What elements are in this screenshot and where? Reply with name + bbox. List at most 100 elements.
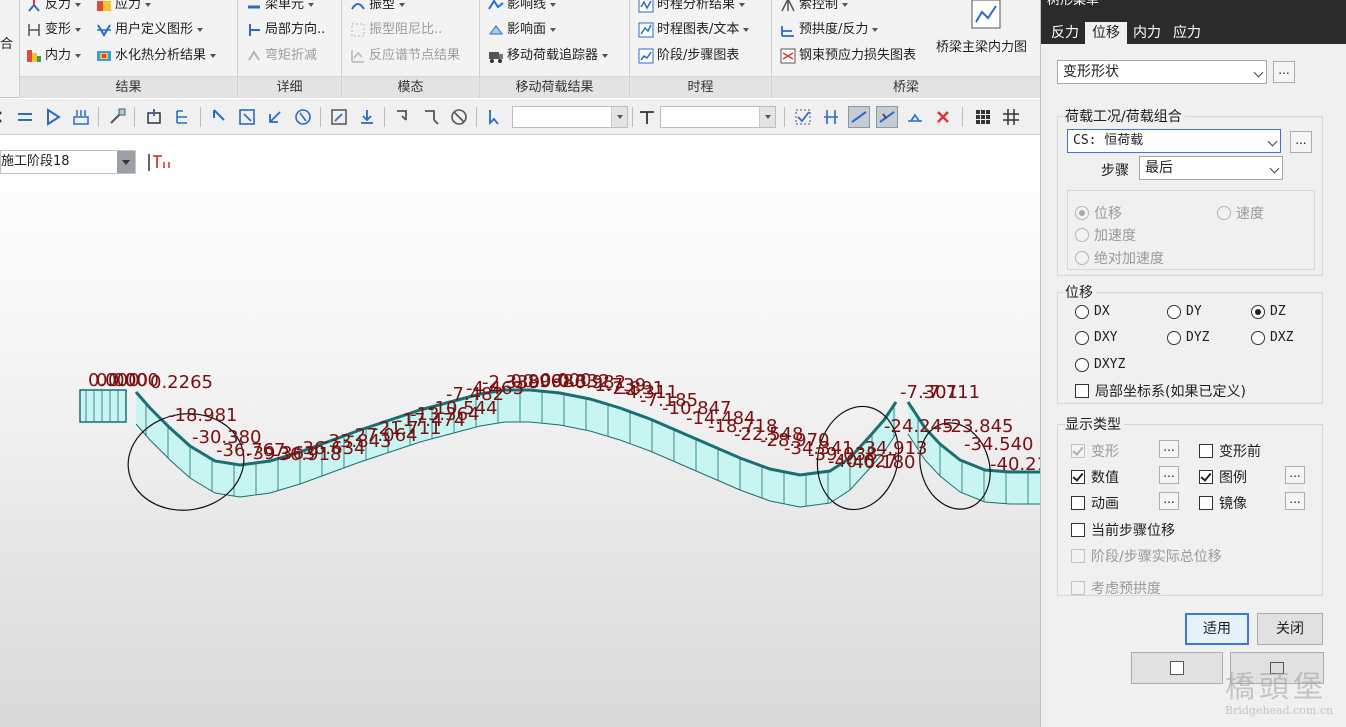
reaction-icon <box>26 0 42 13</box>
modal-damping-button[interactable]: 振型阻尼比.. <box>350 19 442 41</box>
pointer-plus-icon[interactable] <box>208 106 230 128</box>
double-arrow-icon[interactable] <box>14 106 36 128</box>
show-line-icon[interactable] <box>848 106 870 128</box>
tendon-loss-icon <box>780 48 796 64</box>
user-defined-graph-button[interactable]: 用户定义图形 <box>96 19 204 41</box>
arrow-down-left-icon[interactable] <box>420 106 442 128</box>
delete-icon[interactable] <box>932 106 954 128</box>
deform-checkbox[interactable]: 变形 <box>1071 441 1119 461</box>
tab-internal-force[interactable]: 内力 <box>1127 22 1167 44</box>
dot-grid-icon[interactable] <box>972 106 994 128</box>
stage-step-icon[interactable] <box>148 152 174 172</box>
load-icon[interactable] <box>70 106 92 128</box>
mirror-checkbox[interactable]: 镜像 <box>1199 493 1247 513</box>
cursor-icon[interactable] <box>484 106 506 128</box>
tab-displacement[interactable]: 位移 <box>1085 22 1127 44</box>
deform-more-button[interactable]: ... <box>1159 440 1179 458</box>
grid-icon[interactable] <box>1000 106 1022 128</box>
chevron-down-icon <box>611 107 627 127</box>
pick-icon[interactable] <box>636 106 658 128</box>
load-case-more-button[interactable]: ... <box>1290 131 1312 153</box>
grid-check-icon[interactable] <box>792 106 814 128</box>
radio-displacement[interactable]: 位移 <box>1075 203 1122 223</box>
tree-icon[interactable] <box>172 106 194 128</box>
radio-absolute-acceleration[interactable]: 绝对加速度 <box>1075 248 1164 268</box>
select-box-icon[interactable] <box>236 106 258 128</box>
beam-element-button[interactable]: 梁单元 <box>246 0 315 16</box>
radio-dxyz[interactable]: DXYZ <box>1075 357 1125 372</box>
construction-stage-select[interactable]: 施工阶段18 <box>0 150 136 174</box>
moving-load-tracer-button[interactable]: 移动荷载追踪器 <box>488 45 609 67</box>
zoom-window-icon[interactable] <box>328 106 350 128</box>
animation-checkbox[interactable]: 动画 <box>1071 493 1119 513</box>
main-girder-force-label[interactable]: 桥梁主梁内力图 <box>936 37 1027 59</box>
step-value: 最后 <box>1145 160 1173 176</box>
current-step-checkbox[interactable]: 当前步骤位移 <box>1071 520 1175 540</box>
tab-stress[interactable]: 应力 <box>1167 22 1207 44</box>
local-direction-button[interactable]: 局部方向.. <box>246 19 325 41</box>
camber-checkbox[interactable]: 考虑预拱度 <box>1071 578 1161 598</box>
reaction-button[interactable]: 反力 <box>26 0 82 16</box>
radio-dx[interactable]: DX <box>1075 304 1110 319</box>
radio-dxz[interactable]: DXZ <box>1251 330 1293 345</box>
filter-combo[interactable] <box>660 106 776 128</box>
mode-more-button[interactable]: ... <box>1273 61 1295 83</box>
apply-button[interactable]: 适用 <box>1185 613 1249 645</box>
grid-line-icon[interactable] <box>820 106 842 128</box>
step-select[interactable]: 最后 <box>1139 156 1283 180</box>
radio-dy[interactable]: DY <box>1167 304 1202 319</box>
play-icon[interactable] <box>42 106 64 128</box>
arrow-corner-icon[interactable] <box>264 106 286 128</box>
stage-step-graph-button[interactable]: 阶段/步骤图表 <box>638 45 739 67</box>
moment-reduction-button[interactable]: 弯矩折减 <box>246 45 317 67</box>
load-case-select[interactable]: CS: 恒荷载 <box>1067 129 1281 153</box>
camber-reaction-button[interactable]: 预拱度/反力 <box>780 19 879 41</box>
mode-select[interactable]: 变形形状 <box>1057 60 1267 84</box>
legend-more-button[interactable]: ... <box>1285 466 1305 484</box>
time-history-result-button[interactable]: 时程分析结果 <box>638 0 746 16</box>
cable-control-button[interactable]: 索控制 <box>780 0 849 16</box>
target-icon[interactable] <box>292 106 314 128</box>
radio-acceleration[interactable]: 加速度 <box>1075 225 1136 245</box>
node-icon[interactable] <box>144 106 166 128</box>
radio-dz[interactable]: DZ <box>1251 304 1286 319</box>
values-more-button[interactable]: ... <box>1159 466 1179 484</box>
radio-dyz[interactable]: DYZ <box>1167 330 1209 345</box>
tab-reaction[interactable]: 反力 <box>1045 22 1085 44</box>
close-button[interactable]: 关闭 <box>1257 613 1323 645</box>
mode-shape-button[interactable]: 振型 <box>350 0 406 16</box>
stage-total-checkbox[interactable]: 阶段/步骤实际总位移 <box>1071 546 1222 566</box>
influence-line-button[interactable]: 影响线 <box>488 0 557 16</box>
download-icon[interactable] <box>356 106 378 128</box>
influence-surface-button[interactable]: 影响面 <box>488 19 557 41</box>
support-icon[interactable] <box>904 106 926 128</box>
deformation-button[interactable]: 变形 <box>26 19 82 41</box>
radio-velocity[interactable]: 速度 <box>1217 203 1264 223</box>
radio-dxy[interactable]: DXY <box>1075 330 1117 345</box>
legend-checkbox[interactable]: 图例 <box>1199 467 1247 487</box>
before-deform-checkbox[interactable]: 变形前 <box>1199 441 1261 461</box>
heat-of-hydration-button[interactable]: 水化热分析结果 <box>96 45 217 67</box>
mirror-more-button[interactable]: ... <box>1285 492 1305 510</box>
paint-icon[interactable] <box>106 106 128 128</box>
stress-icon <box>96 0 112 13</box>
show-check-icon[interactable] <box>876 106 898 128</box>
main-girder-force-icon[interactable] <box>968 0 1004 36</box>
model-viewport[interactable]: 0.000 0.0000 0.2265 0.00 -18.981 -30.380 -36.7… <box>0 136 1040 727</box>
tendon-loss-graph-button[interactable]: 钢束预应力损失图表 <box>780 45 916 67</box>
internal-force-button[interactable]: 内力 <box>26 45 82 67</box>
values-checkbox[interactable]: 数值 <box>1071 467 1119 487</box>
selection-combo[interactable] <box>512 106 628 128</box>
table-button[interactable] <box>1131 652 1223 684</box>
spectrum-node-result-button[interactable]: 反应谱节点结果 <box>350 45 460 67</box>
stress-button[interactable]: 应力 <box>96 0 152 16</box>
ribbon-cut-label[interactable]: 合 <box>0 34 13 56</box>
time-history-graph-button[interactable]: 时程图表/文本 <box>638 19 750 41</box>
arrow-down-right-icon[interactable] <box>392 106 414 128</box>
animation-more-button[interactable]: ... <box>1159 492 1179 510</box>
cancel-circle-icon[interactable] <box>448 106 470 128</box>
chevron-down-icon <box>117 151 135 173</box>
local-coord-checkbox[interactable]: 局部坐标系(如果已定义) <box>1075 381 1246 401</box>
tree-menu-panel: 树形菜单 反力 位移 内力 应力 变形形状 ... 荷载工况/荷载组合 CS: … <box>1040 0 1346 727</box>
checkbox-box <box>1199 444 1213 458</box>
